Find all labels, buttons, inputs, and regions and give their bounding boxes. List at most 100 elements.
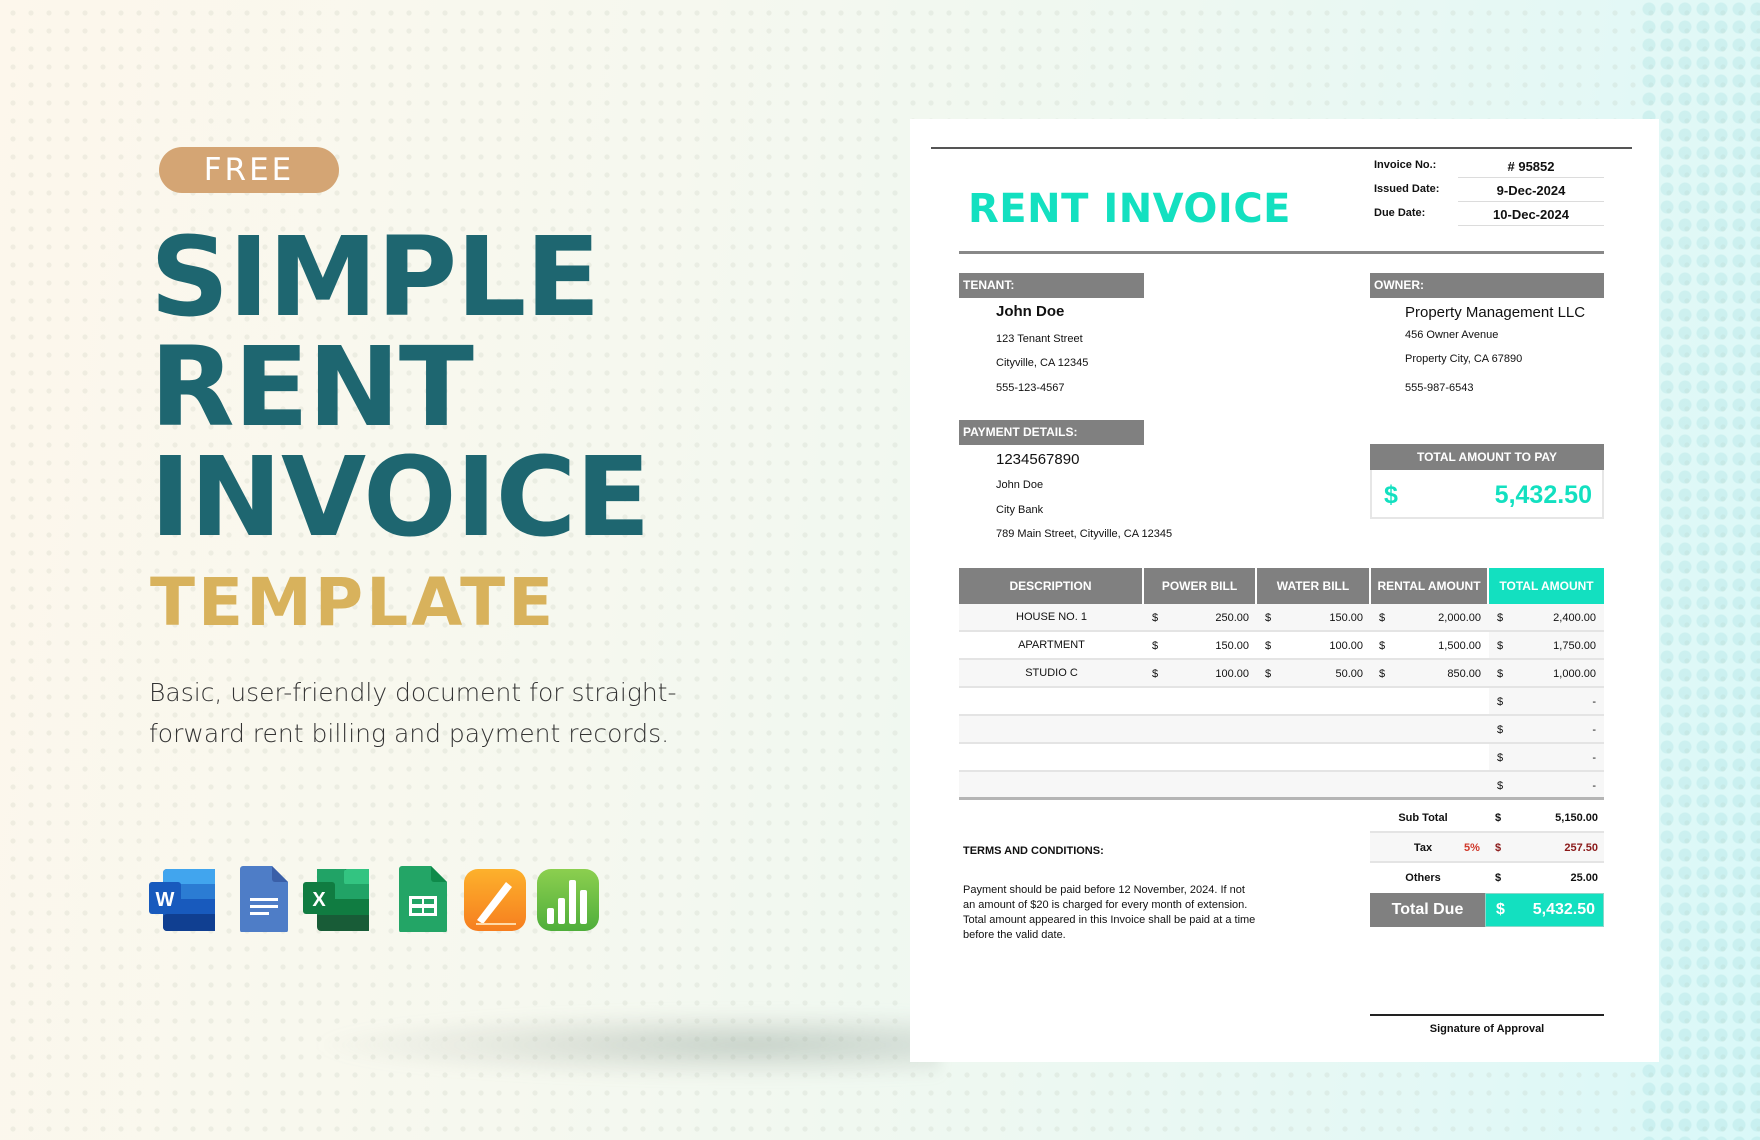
payment-heading: PAYMENT DETAILS: (959, 420, 1144, 445)
cell-total-amount[interactable]: $ - (1489, 744, 1604, 770)
numbers-icon[interactable] (535, 866, 601, 932)
cell-power-bill[interactable] (1144, 744, 1257, 770)
cell-total-amount[interactable]: $2,400.00 (1489, 604, 1604, 630)
cell-total-amount[interactable]: $1,000.00 (1489, 660, 1604, 686)
currency-symbol: $ (1497, 612, 1504, 624)
cell-total-amount[interactable]: $ - (1489, 688, 1604, 714)
invoice-title: RENT INVOICE (968, 186, 1291, 232)
tenant-name: John Doe (996, 303, 1065, 320)
google-sheets-icon[interactable] (391, 866, 457, 932)
due-date-value[interactable]: 10-Dec-2024 (1458, 202, 1604, 226)
column-header-rental-amount: RENTAL AMOUNT (1371, 568, 1489, 604)
card-shadow (320, 1010, 940, 1080)
table-row: $ - (959, 716, 1604, 744)
cell-description[interactable] (959, 744, 1144, 770)
amount-value: 2,400.00 (1553, 612, 1596, 624)
currency-symbol: $ (1152, 640, 1159, 652)
cell-power-bill[interactable]: $100.00 (1144, 660, 1257, 686)
amount-value: 1,750.00 (1553, 640, 1596, 652)
amount-value: 100.00 (1215, 668, 1249, 680)
hero-subtitle: TEMPLATE (150, 564, 557, 641)
issued-date-value[interactable]: 9-Dec-2024 (1458, 178, 1604, 202)
signature-line[interactable] (1370, 1014, 1604, 1016)
pages-icon[interactable] (462, 866, 528, 932)
amount-value: 100.00 (1329, 640, 1363, 652)
column-header-water-bill: WATER BILL (1257, 568, 1371, 604)
cell-description[interactable] (959, 716, 1144, 742)
owner-heading: OWNER: (1370, 273, 1604, 298)
amount-value: 150.00 (1215, 640, 1249, 652)
payment-account: 1234567890 (996, 451, 1080, 468)
subtotal-row: Sub Total $ 5,150.00 (1370, 803, 1604, 833)
currency-symbol: $ (1265, 668, 1272, 680)
cell-description[interactable]: HOUSE NO. 1 (959, 604, 1144, 630)
currency-symbol: $ (1497, 724, 1504, 736)
cell-power-bill[interactable] (1144, 688, 1257, 714)
cell-rental-amount[interactable] (1371, 688, 1489, 714)
cell-water-bill[interactable] (1257, 772, 1371, 797)
cell-total-amount[interactable]: $ - (1489, 772, 1604, 797)
cell-description[interactable]: APARTMENT (959, 632, 1144, 658)
cell-water-bill[interactable]: $50.00 (1257, 660, 1371, 686)
total-to-pay-amount: 5,432.50 (1494, 481, 1592, 509)
cell-rental-amount[interactable]: $850.00 (1371, 660, 1489, 686)
cell-water-bill[interactable]: $100.00 (1257, 632, 1371, 658)
cell-power-bill[interactable]: $150.00 (1144, 632, 1257, 658)
hero-title-line-3: INVOICE (150, 433, 650, 561)
cell-total-amount[interactable]: $1,750.00 (1489, 632, 1604, 658)
charges-table: DESCRIPTION POWER BILL WATER BILL RENTAL… (959, 568, 1604, 800)
invoice-number[interactable]: # 95852 (1458, 154, 1604, 178)
amount-value: 250.00 (1215, 612, 1249, 624)
subtotal-value: 5,150.00 (1555, 812, 1598, 824)
cell-rental-amount[interactable] (1371, 716, 1489, 742)
cell-description[interactable] (959, 772, 1144, 797)
tax-rate[interactable]: 5% (1464, 842, 1480, 854)
word-icon[interactable]: W (149, 866, 215, 932)
description-text: STUDIO C (1025, 667, 1078, 679)
google-docs-icon[interactable] (232, 866, 298, 932)
cell-rental-amount[interactable] (1371, 744, 1489, 770)
currency-symbol: $ (1497, 696, 1504, 708)
cell-rental-amount[interactable] (1371, 772, 1489, 797)
cell-power-bill[interactable] (1144, 772, 1257, 797)
currency-symbol: $ (1152, 612, 1159, 624)
subtotal-label: Sub Total (1398, 812, 1448, 824)
meta-issued-date: Issued Date: 9-Dec-2024 (1374, 178, 1604, 202)
others-value[interactable]: 25.00 (1570, 872, 1598, 884)
table-row: $ - (959, 688, 1604, 716)
hero-title-line-1: SIMPLE (150, 213, 600, 341)
payment-holder: John Doe (996, 479, 1044, 491)
amount-value: 850.00 (1447, 668, 1481, 680)
owner-name: Property Management LLC (1405, 304, 1586, 321)
meta-label: Due Date: (1374, 207, 1426, 219)
tenant-phone: 555-123-4567 (996, 382, 1065, 394)
cell-water-bill[interactable] (1257, 744, 1371, 770)
table-row: APARTMENT $150.00 $100.00 $1,500.00 $1,750.0… (959, 632, 1604, 660)
cell-description[interactable]: STUDIO C (959, 660, 1144, 686)
signature-label: Signature of Approval (1429, 1023, 1545, 1035)
amount-value: - (1592, 696, 1596, 708)
hero-title-line-2: RENT (150, 323, 474, 451)
currency-symbol: $ (1265, 612, 1272, 624)
owner-address-1: 456 Owner Avenue (1405, 329, 1499, 341)
cell-power-bill[interactable] (1144, 716, 1257, 742)
currency-symbol: $ (1496, 901, 1505, 918)
meta-due-date: Due Date: 10-Dec-2024 (1374, 202, 1604, 226)
cell-description[interactable] (959, 688, 1144, 714)
cell-water-bill[interactable] (1257, 688, 1371, 714)
promo-description-line-2: forward rent billing and payment records… (149, 719, 670, 748)
table-body: HOUSE NO. 1 $250.00 $150.00 $2,000.00 $2,400… (959, 604, 1604, 800)
table-header: DESCRIPTION POWER BILL WATER BILL RENTAL… (959, 568, 1604, 604)
cell-rental-amount[interactable]: $2,000.00 (1371, 604, 1489, 630)
cell-power-bill[interactable]: $250.00 (1144, 604, 1257, 630)
payment-bank-address: 789 Main Street, Cityville, CA 12345 (996, 528, 1173, 540)
cell-water-bill[interactable] (1257, 716, 1371, 742)
currency-symbol: $ (1497, 780, 1504, 792)
excel-icon[interactable]: X (303, 866, 369, 932)
cell-rental-amount[interactable]: $1,500.00 (1371, 632, 1489, 658)
total-due-value: 5,432.50 (1532, 901, 1595, 918)
total-due-label: Total Due (1370, 893, 1485, 927)
cell-water-bill[interactable]: $150.00 (1257, 604, 1371, 630)
cell-total-amount[interactable]: $ - (1489, 716, 1604, 742)
summary-totals: Sub Total $ 5,150.00 Tax 5% $ 257.50 Oth… (1370, 803, 1604, 927)
